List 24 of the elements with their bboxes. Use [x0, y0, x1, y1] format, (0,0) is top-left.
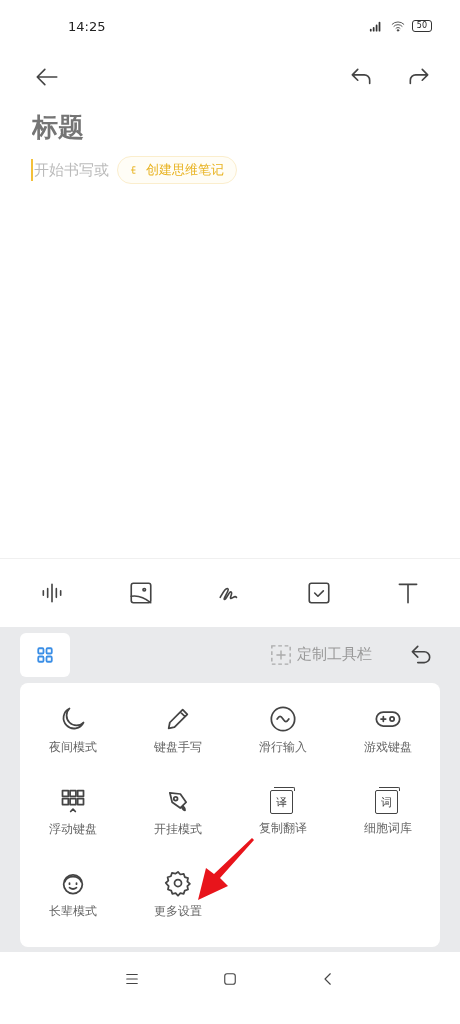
grid-tab-button[interactable] [20, 632, 70, 677]
card-icon: 词 [374, 787, 401, 814]
grid-icon [36, 645, 54, 664]
tool-item[interactable]: 开挂模式 [125, 787, 230, 869]
arrow-annotation [196, 838, 256, 902]
tool-item[interactable]: 滑行输入 [230, 705, 335, 787]
battery-indicator: 50 [411, 20, 432, 32]
tool-item[interactable]: 浮动键盘 [20, 787, 125, 869]
swipe-icon [268, 705, 297, 733]
tool-item[interactable]: 更多设置 [125, 869, 230, 951]
settings-icon [163, 869, 192, 897]
tool-item[interactable]: 词 细胞词库 [335, 787, 440, 869]
dashed-plus-icon [270, 643, 292, 666]
checkbox-icon [305, 580, 332, 606]
card-icon: 译 [269, 787, 296, 814]
wifi-icon [389, 19, 406, 33]
status-time: 14:25 [68, 18, 106, 34]
title-field[interactable]: 标题 [32, 112, 152, 142]
tool-item[interactable]: 长辈模式 [20, 869, 125, 951]
tool-item[interactable]: 键盘手写 [125, 705, 230, 787]
image-icon [128, 580, 155, 606]
tool-item[interactable]: 夜间模式 [20, 705, 125, 787]
home-icon [221, 970, 239, 988]
tool-item[interactable]: 游戏键盘 [335, 705, 440, 787]
